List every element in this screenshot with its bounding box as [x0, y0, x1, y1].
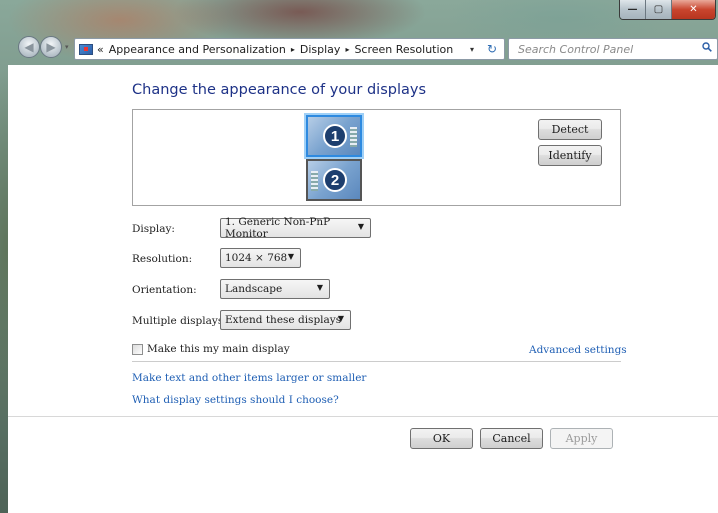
breadcrumb-appearance[interactable]: Appearance and Personalization [109, 43, 286, 56]
multiple-displays-value: Extend these displays [225, 314, 342, 326]
resolution-value: 1024 × 768 [225, 252, 288, 264]
monitor-side-icon [311, 171, 318, 191]
address-bar[interactable]: « Appearance and Personalization ▸ Displ… [74, 38, 505, 60]
section-divider [132, 361, 621, 362]
breadcrumb-separator-icon[interactable]: ▸ [291, 45, 295, 54]
search-icon[interactable] [702, 42, 712, 52]
control-panel-icon [79, 43, 93, 55]
apply-button[interactable]: Apply [550, 428, 613, 449]
breadcrumb-screen-resolution[interactable]: Screen Resolution [354, 43, 453, 56]
forward-button[interactable]: ▶ [40, 36, 62, 58]
advanced-settings-link[interactable]: Advanced settings [529, 344, 627, 356]
close-button[interactable]: ✕ [672, 0, 715, 19]
chevron-down-icon: ▼ [287, 252, 294, 261]
title-bar-controls: — ▢ ✕ [619, 0, 716, 20]
recent-pages-dropdown[interactable]: ▾ [65, 43, 69, 51]
content-pane: Change the appearance of your displays 1… [8, 65, 718, 513]
larger-text-link[interactable]: Make text and other items larger or smal… [132, 372, 366, 384]
monitor-arrangement-panel[interactable]: 1 2 Detect Identify [132, 109, 621, 206]
multiple-displays-label: Multiple displays: [132, 315, 227, 327]
main-display-option[interactable]: Make this my main display [132, 343, 290, 355]
footer-divider [8, 416, 718, 417]
orientation-value: Landscape [225, 283, 283, 295]
display-dropdown[interactable]: 1. Generic Non-PnP Monitor ▼ [220, 216, 371, 240]
identify-button[interactable]: Identify [538, 145, 602, 166]
resolution-dropdown[interactable]: 1024 × 768 ▼ [220, 248, 301, 268]
orientation-dropdown[interactable]: Landscape ▼ [220, 279, 330, 299]
monitor-1[interactable]: 1 [306, 115, 362, 157]
monitor-2[interactable]: 2 [306, 159, 362, 201]
resolution-label: Resolution: [132, 253, 193, 265]
chevron-down-icon: ▼ [357, 222, 364, 231]
forward-arrow-icon: ▶ [46, 40, 56, 54]
search-input[interactable]: Search Control Panel [508, 38, 718, 60]
chevron-down-icon: ▼ [316, 283, 323, 292]
monitor-number-badge: 2 [323, 168, 347, 192]
display-label: Display: [132, 223, 175, 235]
page-title: Change the appearance of your displays [132, 82, 427, 98]
main-display-label[interactable]: Make this my main display [147, 343, 290, 355]
search-placeholder: Search Control Panel [518, 42, 634, 56]
maximize-button[interactable]: ▢ [646, 0, 672, 19]
detect-button[interactable]: Detect [538, 119, 602, 140]
back-button[interactable]: ◀ [18, 36, 40, 58]
ok-button[interactable]: OK [410, 428, 473, 449]
minimize-button[interactable]: — [620, 0, 646, 19]
breadcrumb-display[interactable]: Display [300, 43, 341, 56]
breadcrumb-separator-icon[interactable]: ▸ [345, 45, 349, 54]
address-dropdown-icon[interactable]: ▾ [470, 45, 474, 54]
breadcrumb-overflow[interactable]: « [97, 43, 104, 56]
cancel-button[interactable]: Cancel [480, 428, 543, 449]
back-arrow-icon: ◀ [24, 40, 34, 54]
chevron-down-icon: ▼ [337, 314, 344, 323]
orientation-label: Orientation: [132, 284, 197, 296]
refresh-icon[interactable]: ↻ [487, 42, 497, 56]
display-value: 1. Generic Non-PnP Monitor [225, 216, 331, 240]
main-display-checkbox[interactable] [132, 343, 143, 355]
display-settings-help-link[interactable]: What display settings should I choose? [132, 394, 339, 406]
monitor-side-icon [350, 127, 357, 147]
multiple-displays-dropdown[interactable]: Extend these displays ▼ [220, 310, 351, 330]
monitor-number-badge: 1 [323, 124, 347, 148]
